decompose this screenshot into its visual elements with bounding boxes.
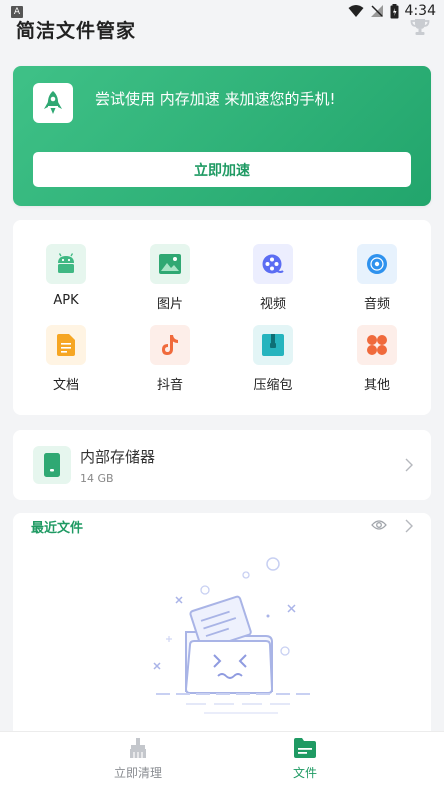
category-douyin[interactable]: 抖音 xyxy=(118,325,222,393)
category-documents[interactable]: 文档 xyxy=(14,325,118,393)
broom-icon xyxy=(130,738,146,758)
eye-icon[interactable] xyxy=(371,519,387,531)
clock: 4:34 xyxy=(404,3,436,19)
category-label: 其他 xyxy=(363,378,390,393)
category-label: 图片 xyxy=(156,297,183,312)
audio-icon xyxy=(357,244,397,284)
category-video[interactable]: 视频 xyxy=(221,244,325,312)
bottom-nav: 立即清理 文件 xyxy=(0,731,444,792)
internal-storage-row[interactable]: 内部存储器 14 GB xyxy=(13,430,431,500)
recent-files-title: 最近文件 xyxy=(31,521,84,536)
android-icon xyxy=(46,244,86,284)
other-icon xyxy=(357,325,397,365)
nav-label: 文件 xyxy=(292,766,317,780)
storage-size: 14 GB xyxy=(80,472,114,485)
no-signal-icon xyxy=(370,5,383,17)
nav-clean-now[interactable]: 立即清理 xyxy=(78,738,198,781)
boost-message: 尝试使用 内存加速 来加速您的手机! xyxy=(95,90,336,108)
status-icons: 4:34 xyxy=(348,3,436,19)
category-label: 抖音 xyxy=(156,378,183,393)
category-apk[interactable]: APK xyxy=(14,244,118,308)
nav-files[interactable]: 文件 xyxy=(245,738,365,781)
category-images[interactable]: 图片 xyxy=(118,244,222,312)
storage-name: 内部存储器 xyxy=(80,448,156,466)
nav-label: 立即清理 xyxy=(113,766,162,780)
category-audio[interactable]: 音频 xyxy=(325,244,429,312)
trophy-icon[interactable] xyxy=(410,18,430,36)
category-grid: APK 图片 视频 音频 文档 抖音 压缩包 其他 xyxy=(13,220,431,415)
category-other[interactable]: 其他 xyxy=(325,325,429,393)
boost-card: 尝试使用 内存加速 来加速您的手机! 立即加速 xyxy=(13,66,431,206)
category-label: 音频 xyxy=(363,297,390,312)
folder-icon xyxy=(294,738,316,758)
wifi-icon xyxy=(348,5,364,17)
video-icon xyxy=(253,244,293,284)
category-label: 视频 xyxy=(259,297,286,312)
empty-folder-illustration xyxy=(153,557,316,714)
category-label: APK xyxy=(53,293,79,308)
phone-storage-icon xyxy=(33,446,71,484)
archive-icon xyxy=(253,325,293,365)
rocket-icon xyxy=(33,83,73,123)
chevron-right-icon xyxy=(405,458,413,472)
document-icon xyxy=(46,325,86,365)
category-label: 文档 xyxy=(52,378,79,393)
tiktok-icon xyxy=(150,325,190,365)
recent-files-section: 最近文件 xyxy=(13,513,431,743)
image-icon xyxy=(150,244,190,284)
category-archives[interactable]: 压缩包 xyxy=(221,325,325,393)
app-title: 简洁文件管家 xyxy=(16,20,137,42)
chevron-right-icon[interactable] xyxy=(405,519,413,533)
category-label: 压缩包 xyxy=(253,378,293,393)
boost-now-button[interactable]: 立即加速 xyxy=(33,152,411,187)
battery-icon xyxy=(390,3,399,18)
